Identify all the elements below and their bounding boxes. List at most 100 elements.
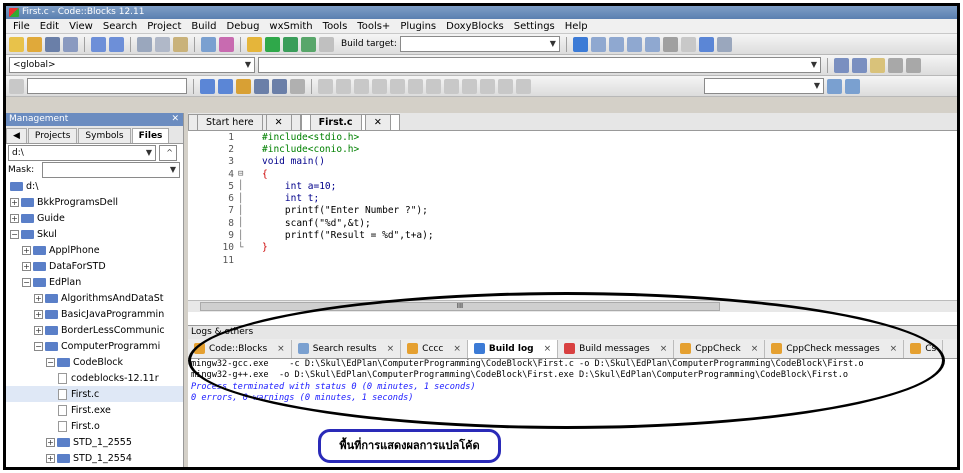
tree-item[interactable]: + BasicJavaProgrammin [6,306,183,322]
expand-icon[interactable]: + [22,245,31,255]
rebuild-icon[interactable] [301,36,316,52]
search-icon[interactable] [845,78,860,94]
tree-item[interactable]: − ComputerProgrammi [6,338,183,354]
tab-start-here[interactable]: Start here ✕ [188,114,301,130]
code-editor[interactable]: 1 #include<stdio.h> 2 #include<conio.h> 3 voi… [188,131,957,266]
menu-help[interactable]: Help [560,21,593,32]
undo-icon[interactable] [91,36,106,52]
bookmark-next-icon[interactable] [852,57,867,73]
tree-item[interactable]: d:\ [6,178,183,194]
menu-view[interactable]: View [64,21,98,32]
jump-input[interactable] [27,78,187,94]
tree-item[interactable]: + BkkProgramsDell [6,194,183,210]
tree-item[interactable]: − EdPlan [6,274,183,290]
mask-select[interactable]: ▼ [42,161,180,178]
find-icon[interactable] [201,36,216,52]
debug-icon[interactable] [572,36,588,52]
collapse-icon[interactable]: − [22,277,31,287]
doxy-help-icon[interactable] [906,57,921,73]
expand-icon[interactable]: + [46,437,55,447]
open-icon[interactable] [27,36,42,52]
expand-icon[interactable]: + [34,309,43,319]
code-line[interactable]: 10 └} [188,242,957,254]
shape-icon[interactable] [408,78,423,94]
tree-item[interactable]: First.o [6,418,183,434]
code-line[interactable]: 4 ⊟ { [188,168,957,180]
path-select[interactable]: d:\ ▼ [8,144,156,161]
tree-item[interactable]: CUDA.pdf [6,466,183,467]
abort-icon[interactable] [319,36,334,52]
menu-search[interactable]: Search [98,21,142,32]
tree-item[interactable]: + AlgorithmsAndDataSt [6,290,183,306]
tree-item[interactable]: + DataForSTD [6,258,183,274]
tree-item[interactable]: + BorderLessCommunic [6,322,183,338]
shape-icon[interactable] [372,78,387,94]
save-icon[interactable] [45,36,60,52]
tree-item[interactable]: codeblocks-12.11r [6,370,183,386]
expand-icon[interactable]: + [10,213,19,223]
expand-icon[interactable]: + [22,261,31,271]
menu-doxyblocks[interactable]: DoxyBlocks [441,21,509,32]
save-all-icon[interactable] [63,36,78,52]
step-into-icon[interactable] [626,36,642,52]
match-case-icon[interactable] [272,78,287,94]
jump-icon[interactable] [9,78,24,94]
scope-select[interactable]: <global> ▼ [9,57,255,73]
close-icon[interactable]: ✕ [171,113,179,126]
code-icon[interactable] [516,78,531,94]
code-line[interactable]: 1 #include<stdio.h> [188,131,957,143]
tree-item[interactable]: + ApplPhone [6,242,183,258]
tab-scroll-left-icon[interactable]: ◀ [6,128,27,143]
tree-item[interactable]: + STD_1_2555 [6,434,183,450]
replace-icon[interactable] [219,36,234,52]
new-file-icon[interactable] [9,36,24,52]
tree-item[interactable]: + STD_1_2554 [6,450,183,466]
tree-item[interactable]: − Skul [6,226,183,242]
run-to-cursor-icon[interactable] [590,36,606,52]
copy-icon[interactable] [155,36,170,52]
code-line[interactable]: 5 │ int a=10; [188,180,957,192]
fold-icon[interactable]: ⊟ [238,169,250,179]
tree-item[interactable]: First.exe [6,402,183,418]
tab-symbols[interactable]: Symbols [78,128,131,143]
expand-icon[interactable]: + [34,293,43,303]
close-icon[interactable]: ✕ [364,114,391,130]
doxy-comment-icon[interactable] [870,57,885,73]
tree-item[interactable]: − CodeBlock [6,354,183,370]
menu-settings[interactable]: Settings [509,21,560,32]
menu-plugins[interactable]: Plugins [395,21,441,32]
shape-icon[interactable] [390,78,405,94]
menu-debug[interactable]: Debug [222,21,265,32]
debug-windows-icon[interactable] [698,36,714,52]
tree-item[interactable]: First.c [6,386,183,402]
info-icon[interactable] [716,36,732,52]
cut-icon[interactable] [137,36,152,52]
shape-icon[interactable] [336,78,351,94]
menu-build[interactable]: Build [186,21,221,32]
code-line[interactable]: 9 │ printf("Result = %d",t+a); [188,229,957,241]
collapse-icon[interactable]: − [34,341,43,351]
code-line[interactable]: 6 │ int t; [188,192,957,204]
build-target-select[interactable]: ▼ [399,36,560,52]
menu-file[interactable]: File [8,21,35,32]
collapse-icon[interactable]: − [46,357,55,367]
search-icon[interactable] [827,78,842,94]
back-icon[interactable] [200,78,215,94]
build-and-run-icon[interactable] [283,36,298,52]
search-select[interactable]: ▼ [704,78,824,94]
run-icon[interactable] [265,36,280,52]
tab-projects[interactable]: Projects [27,128,78,143]
expand-icon[interactable]: + [46,453,55,463]
tab-first-c[interactable]: First.c ✕ [300,114,400,130]
close-icon[interactable]: ✕ [265,114,292,130]
zoom-out-icon[interactable] [480,78,495,94]
next-line-icon[interactable] [608,36,624,52]
shape-icon[interactable] [354,78,369,94]
code-line[interactable]: 11 [188,254,957,266]
menu-project[interactable]: Project [142,21,186,32]
menu-tools[interactable]: Tools [318,21,353,32]
paste-icon[interactable] [173,36,188,52]
menu-edit[interactable]: Edit [35,21,64,32]
pause-icon[interactable] [662,36,678,52]
tab-files[interactable]: Files [131,128,170,143]
